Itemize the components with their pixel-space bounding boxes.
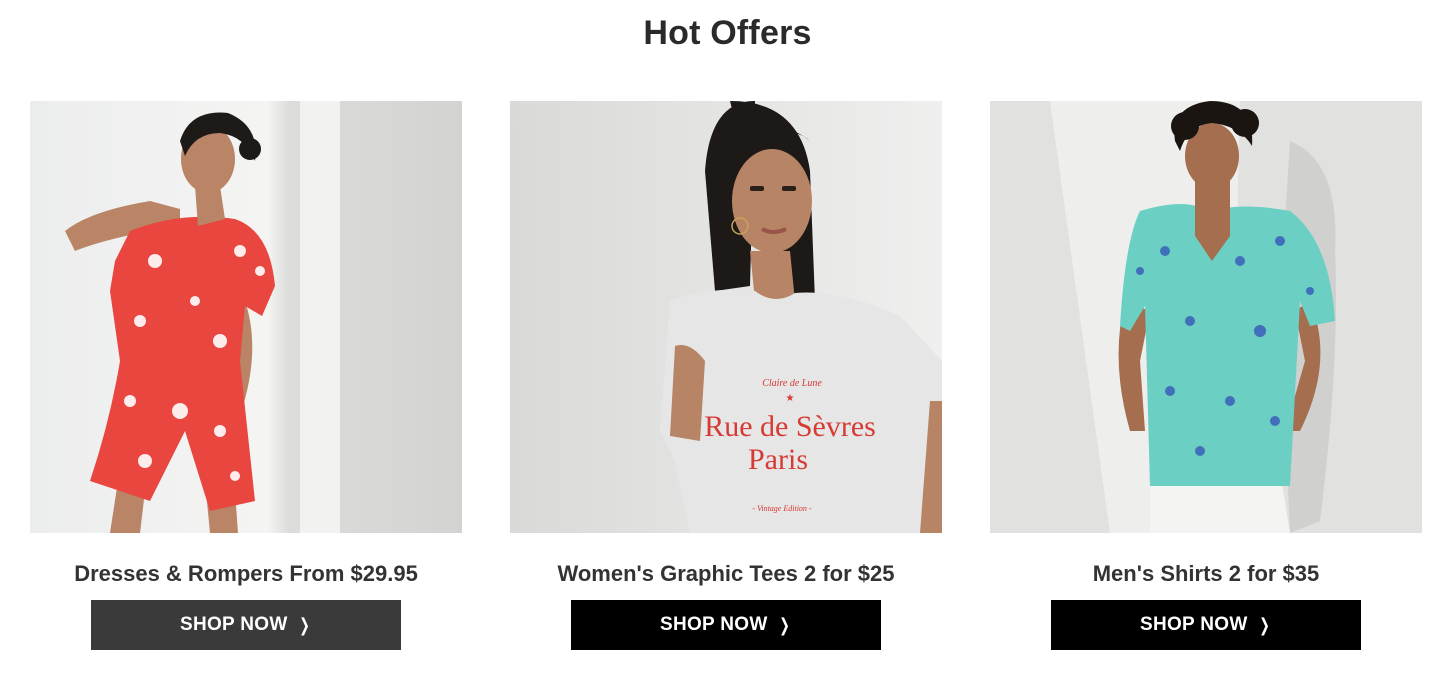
tee-print-top-line: Claire de Lune (762, 378, 822, 389)
tee-print-bottom-line: - Vintage Edition - (752, 504, 812, 513)
model-photo-mens-shirt (990, 101, 1422, 533)
shop-now-button[interactable]: SHOP NOW ❯ (571, 600, 881, 650)
shop-now-button[interactable]: SHOP NOW ❯ (1051, 600, 1361, 650)
section-title: Hot Offers (643, 14, 812, 52)
offer-caption: Dresses & Rompers From $29.95 (74, 561, 418, 586)
chevron-right-icon: ❯ (1258, 614, 1270, 635)
model-photo-graphic-tee: Claire de Lune ★ Rue de Sèvres Paris - V… (510, 101, 942, 533)
offer-caption: Men's Shirts 2 for $35 (1092, 561, 1320, 586)
model-photo-romper (30, 101, 462, 533)
shop-now-label: SHOP NOW (1139, 614, 1248, 635)
offer-card-mens-shirts: Men's Shirts 2 for $35 SHOP NOW ❯ (990, 101, 1422, 650)
offer-image-dresses[interactable] (30, 101, 462, 533)
tee-print-main-line-2: Paris (748, 443, 808, 476)
chevron-right-icon: ❯ (778, 614, 790, 635)
offer-image-graphic-tees[interactable]: Claire de Lune ★ Rue de Sèvres Paris - V… (510, 101, 942, 533)
chevron-right-icon: ❯ (298, 614, 310, 635)
shop-now-button[interactable]: SHOP NOW ❯ (91, 600, 401, 650)
offer-caption: Women's Graphic Tees 2 for $25 (557, 561, 895, 586)
tee-print-main-line-1: Rue de Sèvres (704, 410, 876, 443)
offer-image-mens-shirts[interactable] (990, 101, 1422, 533)
shop-now-label: SHOP NOW (659, 614, 768, 635)
shop-now-label: SHOP NOW (179, 614, 288, 635)
star-icon: ★ (786, 393, 795, 404)
offer-card-graphic-tees: Claire de Lune ★ Rue de Sèvres Paris - V… (510, 101, 942, 650)
offer-card-dresses: Dresses & Rompers From $29.95 SHOP NOW ❯ (30, 101, 462, 650)
